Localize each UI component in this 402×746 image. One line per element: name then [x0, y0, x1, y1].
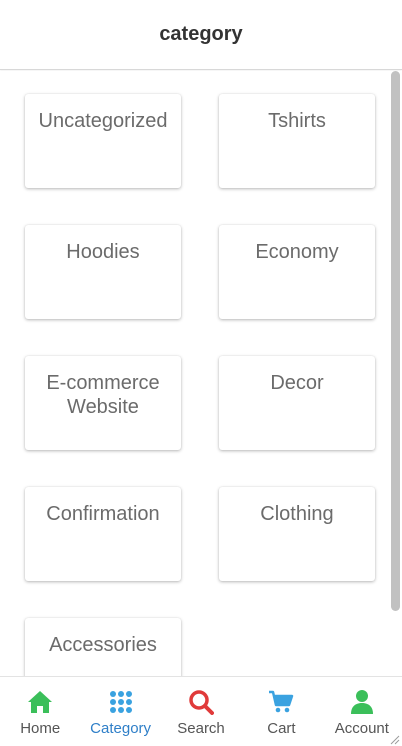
- tab-home[interactable]: Home: [0, 677, 80, 746]
- category-label: Confirmation: [46, 503, 160, 525]
- app-header: category: [0, 0, 402, 70]
- scrollbar[interactable]: [391, 71, 400, 676]
- category-card-hoodies[interactable]: Hoodies: [25, 225, 181, 319]
- tab-label: Cart: [267, 720, 296, 737]
- category-card-confirmation[interactable]: Confirmation: [25, 487, 181, 581]
- category-label: Uncategorized: [38, 110, 168, 132]
- category-card-ecommerce-website[interactable]: E-commerce Website: [25, 356, 181, 450]
- home-icon: [26, 688, 54, 716]
- tab-cart[interactable]: Cart: [241, 677, 321, 746]
- tab-label: Account: [334, 720, 389, 737]
- category-card-economy[interactable]: Economy: [219, 225, 375, 319]
- category-label: Decor: [270, 372, 324, 394]
- category-label: Hoodies: [66, 241, 140, 263]
- category-card-clothing[interactable]: Clothing: [219, 487, 375, 581]
- grid-dots-icon: [107, 688, 135, 716]
- category-list[interactable]: Uncategorized Tshirts Hoodies Economy E-…: [0, 71, 402, 676]
- category-card-tshirts[interactable]: Tshirts: [219, 94, 375, 188]
- tab-label: Search: [177, 720, 225, 737]
- bottom-tab-bar: Home Category Search Cart Account: [0, 676, 402, 746]
- tab-search[interactable]: Search: [161, 677, 241, 746]
- category-label: Clothing: [260, 503, 334, 525]
- category-card-accessories[interactable]: Accessories: [25, 618, 181, 676]
- category-card-decor[interactable]: Decor: [219, 356, 375, 450]
- category-card-uncategorized[interactable]: Uncategorized: [25, 94, 181, 188]
- tab-label: Category: [90, 720, 152, 737]
- category-label: Economy: [255, 241, 339, 263]
- tab-category[interactable]: Category: [80, 677, 160, 746]
- resize-grip-icon[interactable]: [388, 732, 400, 745]
- search-icon: [187, 688, 215, 716]
- cart-icon: [267, 688, 295, 716]
- tab-label: Home: [20, 720, 61, 737]
- category-label: Tshirts: [268, 110, 326, 132]
- category-grid: Uncategorized Tshirts Hoodies Economy E-…: [25, 94, 375, 676]
- category-label: E-commerce Website: [46, 372, 160, 418]
- category-label: Accessories: [49, 634, 157, 656]
- person-icon: [348, 688, 376, 716]
- page-title: category: [159, 23, 243, 45]
- scrollbar-thumb[interactable]: [391, 71, 400, 611]
